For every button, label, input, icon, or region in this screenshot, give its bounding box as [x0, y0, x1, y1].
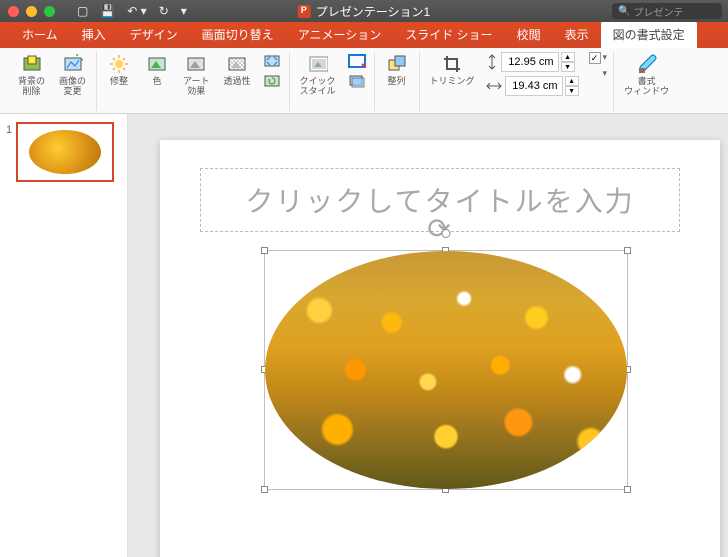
qat-more-icon[interactable]: ▾: [181, 4, 187, 18]
arrange-icon: [387, 54, 407, 74]
size-launcher[interactable]: ▾: [603, 68, 608, 80]
quick-style-icon: [308, 54, 328, 74]
width-up[interactable]: ▲: [565, 76, 579, 86]
handle-bl[interactable]: [261, 486, 268, 493]
brightness-icon: [109, 54, 129, 74]
change-pic-button[interactable]: 画像の 変更: [55, 52, 90, 99]
tab-view[interactable]: 表示: [553, 21, 601, 48]
save-icon[interactable]: 💾: [100, 4, 115, 18]
ribbon-tabbar: ホーム 挿入 デザイン 画面切り替え アニメーション スライド ショー 校閲 表…: [0, 22, 728, 48]
handle-br[interactable]: [624, 486, 631, 493]
lock-aspect-row: ✓ ▾: [589, 52, 608, 64]
brush-icon: [637, 54, 657, 74]
handle-tl[interactable]: [261, 247, 268, 254]
transparent-icon: [227, 54, 247, 74]
ribbon-group-style: クイック スタイル: [290, 52, 375, 111]
rotate-handle[interactable]: [442, 229, 451, 238]
tab-design[interactable]: デザイン: [118, 21, 190, 48]
ribbon-group-arrange: 整列: [375, 52, 420, 111]
lock-aspect-checkbox[interactable]: ✓: [589, 52, 601, 64]
art-effect-icon: [186, 54, 206, 74]
tab-home[interactable]: ホーム: [10, 21, 70, 48]
window-controls: [8, 6, 55, 17]
color-button[interactable]: 色: [141, 52, 173, 89]
compress-pic-button[interactable]: [261, 52, 283, 70]
document-title-text: プレゼンテーション1: [316, 3, 430, 20]
tab-insert[interactable]: 挿入: [70, 21, 118, 48]
handle-tr[interactable]: [624, 247, 631, 254]
titlebar: ▢ 💾 ↶ ▾ ↻ ▾ プレゼンテーション1 🔍 プレゼンテ: [0, 0, 728, 22]
workspace: 1 クリックしてタイトルを入力 ⟳: [0, 114, 728, 557]
adjust-small-stack: [261, 52, 283, 90]
flower-image: [265, 251, 627, 489]
thumb-image: [29, 130, 101, 174]
ribbon-group-bg: 背景の 削除 画像の 変更: [8, 52, 97, 111]
height-input[interactable]: [501, 52, 559, 72]
height-input-row: ▲▼: [485, 52, 579, 72]
color-icon: [147, 54, 167, 74]
crop-button[interactable]: トリミング: [426, 52, 479, 89]
transparent-button[interactable]: 透過性: [220, 52, 255, 89]
pic-effect-button[interactable]: [346, 72, 368, 90]
tab-animation[interactable]: アニメーション: [286, 21, 394, 48]
tab-slideshow[interactable]: スライド ショー: [393, 21, 504, 48]
reset-pic-button[interactable]: [261, 72, 283, 90]
tab-review[interactable]: 校閲: [505, 21, 553, 48]
pic-border-button[interactable]: [346, 52, 368, 70]
width-down[interactable]: ▼: [565, 86, 579, 96]
undo-icon[interactable]: ↶ ▾: [127, 4, 146, 18]
remove-bg-button[interactable]: 背景の 削除: [14, 52, 49, 99]
size-dropdown[interactable]: ▾: [603, 52, 608, 64]
search-box[interactable]: 🔍 プレゼンテ: [612, 3, 722, 19]
width-input[interactable]: [505, 76, 563, 96]
ribbon-group-pane: 書式 ウィンドウ: [614, 52, 679, 111]
slide[interactable]: クリックしてタイトルを入力 ⟳: [160, 140, 720, 557]
correct-button[interactable]: 修整: [103, 52, 135, 89]
autosave-icon[interactable]: ▢: [77, 4, 88, 18]
document-title: プレゼンテーション1: [298, 3, 430, 20]
minimize-window-button[interactable]: [26, 6, 37, 17]
slide-thumbnail-1[interactable]: 1: [6, 122, 121, 182]
height-icon: [485, 53, 499, 71]
search-icon: 🔍: [618, 6, 630, 17]
ribbon-group-adjust: 修整 色 アート 効果 透過性: [97, 52, 289, 111]
art-effect-button[interactable]: アート 効果: [179, 52, 213, 99]
redo-icon[interactable]: ↻: [159, 4, 169, 18]
slide-thumbnail-panel: 1: [0, 114, 128, 557]
powerpoint-icon: [298, 5, 311, 18]
crop-icon: [442, 54, 462, 74]
style-small-stack: [346, 52, 368, 90]
ribbon: 背景の 削除 画像の 変更 修整 色: [0, 48, 728, 114]
height-up[interactable]: ▲: [561, 52, 575, 62]
arrange-button[interactable]: 整列: [381, 52, 413, 89]
close-window-button[interactable]: [8, 6, 19, 17]
remove-bg-icon: [22, 54, 42, 74]
picture-oval[interactable]: [265, 251, 627, 489]
height-down[interactable]: ▼: [561, 62, 575, 72]
search-placeholder: プレゼンテ: [633, 4, 683, 19]
tab-transition[interactable]: 画面切り替え: [190, 21, 286, 48]
slide-number: 1: [6, 122, 12, 182]
width-input-row: ▲▼: [485, 76, 579, 96]
quick-style-button[interactable]: クイック スタイル: [296, 52, 340, 99]
title-placeholder[interactable]: クリックしてタイトルを入力 ⟳: [200, 168, 680, 232]
format-pane-button[interactable]: 書式 ウィンドウ: [620, 52, 673, 99]
quick-access-toolbar: ▢ 💾 ↶ ▾ ↻ ▾: [77, 4, 187, 18]
ribbon-group-size: トリミング ▲▼ ▲▼ ✓ ▾ ▾: [420, 52, 615, 111]
slide-thumb[interactable]: [16, 122, 114, 182]
width-icon: [485, 79, 503, 93]
title-rotate-handle[interactable]: ⟳: [427, 212, 452, 245]
change-pic-icon: [63, 54, 83, 74]
tab-picture-format[interactable]: 図の書式設定: [601, 21, 697, 48]
maximize-window-button[interactable]: [44, 6, 55, 17]
picture-selection[interactable]: [264, 250, 628, 490]
slide-canvas-area[interactable]: クリックしてタイトルを入力 ⟳: [128, 114, 728, 557]
